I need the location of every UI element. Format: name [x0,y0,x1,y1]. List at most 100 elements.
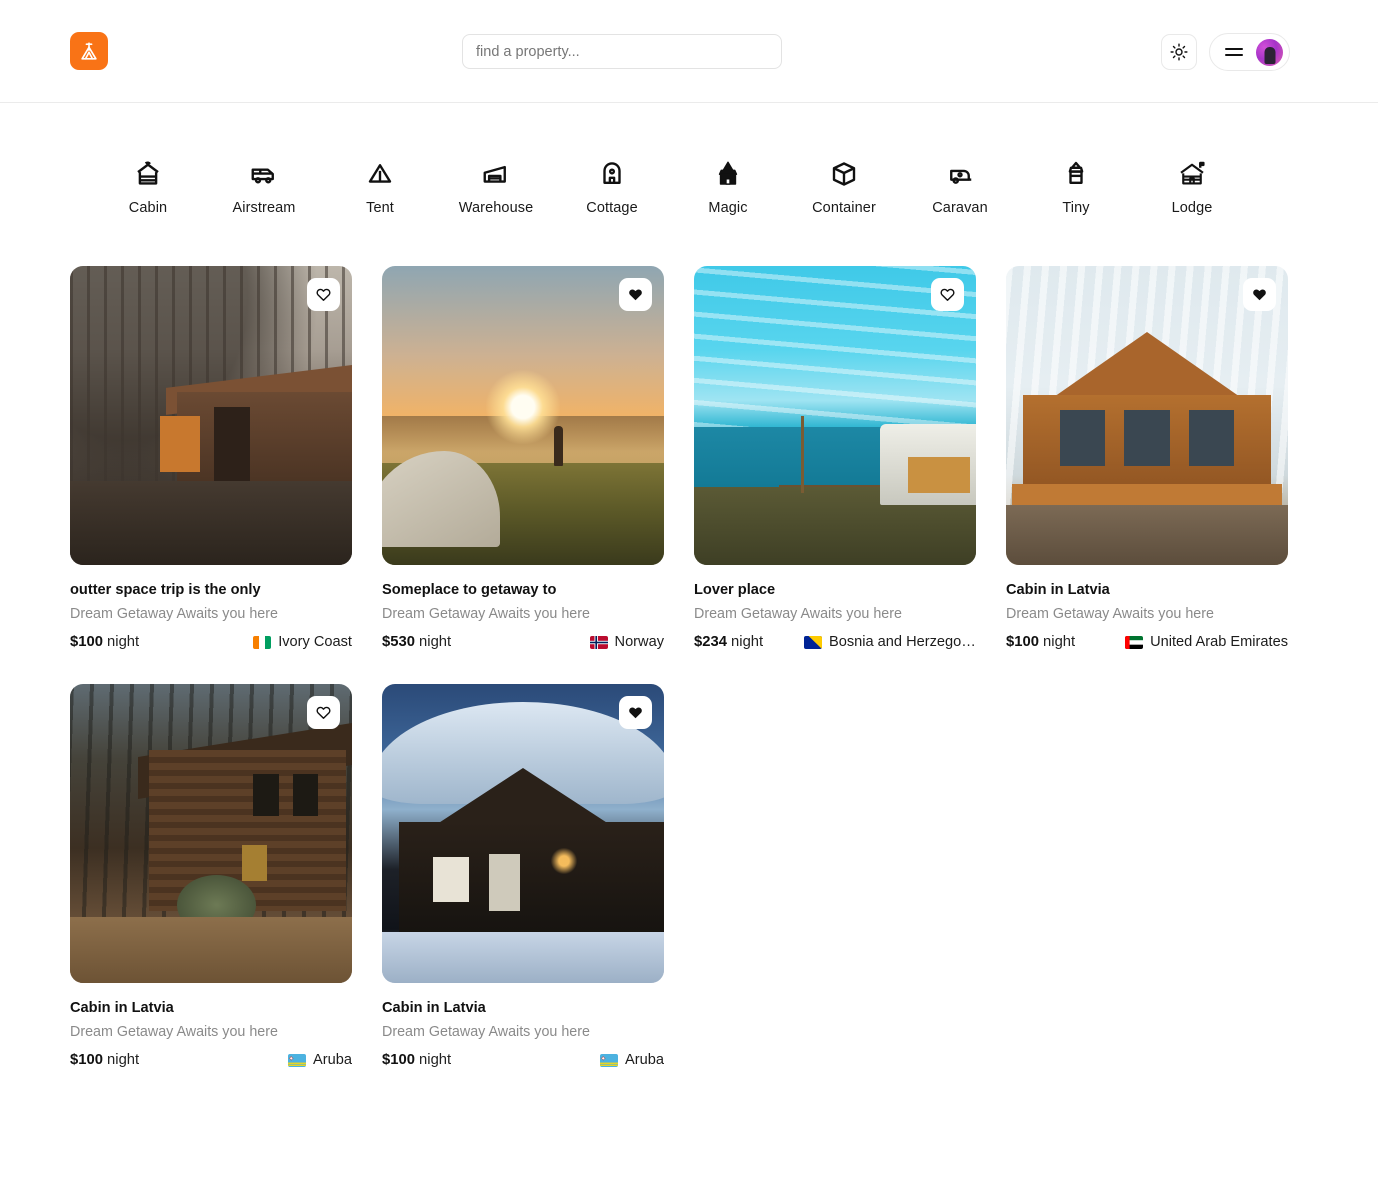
price-amount: $100 [1006,634,1039,650]
listing-photo[interactable] [70,684,352,983]
listing-location: Aruba [288,1052,352,1068]
listing-title: Cabin in Latvia [1006,582,1110,598]
flag-icon-norway [589,635,608,649]
category-label: Container [812,200,876,216]
favorite-button[interactable] [931,278,964,311]
listing-photo[interactable] [382,684,664,983]
account-menu-button[interactable] [1209,33,1290,71]
photo-artwork [694,266,976,565]
favorite-button[interactable] [1243,278,1276,311]
app-logo[interactable] [70,32,108,70]
theme-toggle-button[interactable] [1161,34,1197,70]
heart-filled-icon [629,707,642,719]
photo-artwork [382,684,664,983]
flag-icon-aruba [600,1053,619,1067]
favorite-button[interactable] [307,696,340,729]
listing-footer: $100 night Ivory Coast [70,634,352,650]
category-airstream[interactable]: Airstream [206,159,322,216]
hamburger-menu-icon [1225,48,1243,56]
listing-price: $100 night [1006,634,1075,650]
price-unit: night [1043,634,1076,650]
category-label: Caravan [932,200,988,216]
listing-location: United Arab Emirates [1125,634,1288,650]
listing-card[interactable]: Cabin in Latvia Dream Getaway Awaits you… [70,684,352,1068]
category-label: Warehouse [458,200,534,216]
listing-photo[interactable] [70,266,352,565]
favorite-button[interactable] [619,696,652,729]
listing-location: Aruba [600,1052,664,1068]
listing-card[interactable]: Cabin in Latvia Dream Getaway Awaits you… [1006,266,1288,650]
flag-icon-aruba [288,1053,307,1067]
price-unit: night [419,634,452,650]
search-input[interactable] [462,34,782,69]
lodge-cabin-icon [1177,159,1207,189]
listing-card[interactable]: outter space trip is the only Dream Geta… [70,266,352,650]
category-caravan[interactable]: Caravan [902,159,1018,216]
caravan-trailer-icon [945,159,975,189]
listing-title: Cabin in Latvia [382,1000,486,1016]
photo-artwork [382,266,664,565]
listing-price: $234 night [694,634,763,650]
category-cottage[interactable]: Cottage [554,159,670,216]
category-magic[interactable]: Magic [670,159,786,216]
avatar [1256,38,1283,66]
location-name: Aruba [313,1052,352,1068]
category-label: Magic [708,200,748,216]
listing-price: $100 night [70,1052,139,1068]
price-unit: night [107,634,140,650]
magic-house-icon [713,159,743,189]
heart-outline-icon [316,706,331,720]
category-container[interactable]: Container [786,159,902,216]
favorite-button[interactable] [619,278,652,311]
listing-location: Ivory Coast [253,634,352,650]
listing-subtitle: Dream Getaway Awaits you here [70,1024,278,1040]
category-cabin[interactable]: Cabin [90,159,206,216]
listing-card[interactable]: Someplace to getaway to Dream Getaway Aw… [382,266,664,650]
category-tiny[interactable]: Tiny [1018,159,1134,216]
category-label: Tiny [1062,200,1090,216]
heart-filled-icon [629,289,642,301]
search-container [462,34,782,69]
heart-outline-icon [316,288,331,302]
container-box-icon [829,159,859,189]
price-amount: $100 [382,1052,415,1068]
photo-artwork [70,266,352,565]
location-name: Norway [614,634,664,650]
listing-photo[interactable] [382,266,664,565]
category-warehouse[interactable]: Warehouse [438,159,554,216]
listing-footer: $100 night Aruba [70,1052,352,1068]
tent-logo-icon [81,42,97,60]
listing-footer: $530 night Norway [382,634,664,650]
price-amount: $100 [70,634,103,650]
header-actions [1161,33,1290,71]
flag-icon-ivory-coast [253,635,272,649]
cabin-icon [133,159,163,189]
category-tent[interactable]: Tent [322,159,438,216]
category-label: Cottage [586,200,638,216]
listing-footer: $100 night United Arab Emirates [1006,634,1288,650]
category-label: Tent [366,200,394,216]
location-name: Aruba [625,1052,664,1068]
location-name: United Arab Emirates [1150,634,1288,650]
category-label: Cabin [128,200,168,216]
app-header [0,0,1378,103]
location-name: Ivory Coast [278,634,352,650]
listing-card[interactable]: Cabin in Latvia Dream Getaway Awaits you… [382,684,664,1068]
price-unit: night [731,634,764,650]
listing-card[interactable]: Lover place Dream Getaway Awaits you her… [694,266,976,650]
category-label: Lodge [1171,200,1213,216]
photo-artwork [1006,266,1288,565]
category-label: Airstream [232,200,296,216]
listing-title: outter space trip is the only [70,582,261,598]
listing-title: Someplace to getaway to [382,582,557,598]
category-lodge[interactable]: Lodge [1134,159,1250,216]
listing-price: $100 night [70,634,139,650]
listing-title: Cabin in Latvia [70,1000,174,1016]
price-unit: night [419,1052,452,1068]
listing-subtitle: Dream Getaway Awaits you here [1006,606,1214,622]
heart-outline-icon [940,288,955,302]
listing-subtitle: Dream Getaway Awaits you here [70,606,278,622]
listing-photo[interactable] [1006,266,1288,565]
favorite-button[interactable] [307,278,340,311]
listing-photo[interactable] [694,266,976,565]
